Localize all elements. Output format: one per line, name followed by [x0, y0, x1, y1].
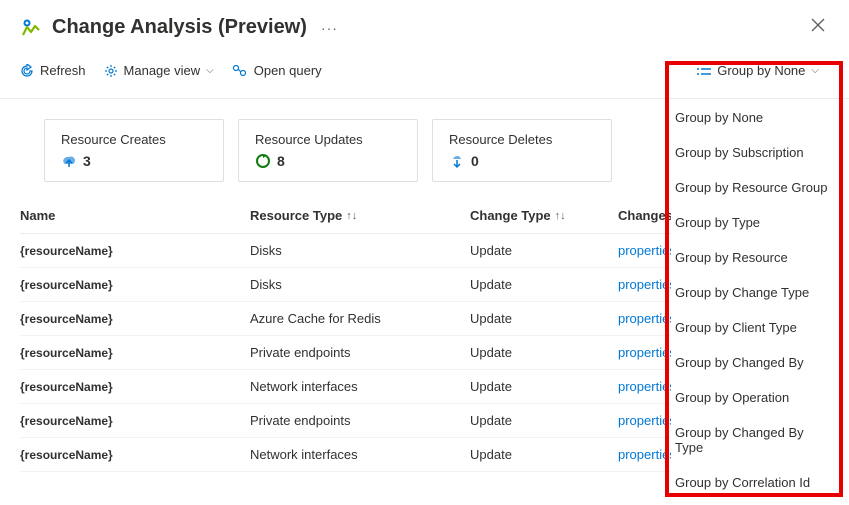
chevron-down-icon: ⌵	[206, 65, 214, 76]
dropdown-item[interactable]: Group by None	[671, 100, 837, 135]
cell-change-type: Update	[470, 243, 618, 258]
th-resource-type[interactable]: Resource Type↑↓	[250, 208, 470, 223]
open-query-button[interactable]: Open query	[232, 63, 322, 78]
th-name[interactable]: Name	[20, 208, 250, 223]
cell-change-type: Update	[470, 277, 618, 292]
cell-name: {resourceName}	[20, 244, 250, 258]
more-menu-button[interactable]: ···	[321, 20, 338, 36]
cell-name: {resourceName}	[20, 346, 250, 360]
resource-updates-card[interactable]: Resource Updates 8	[238, 119, 418, 182]
update-icon	[255, 153, 271, 169]
cell-name: {resourceName}	[20, 414, 250, 428]
cell-resource-type: Disks	[250, 243, 470, 258]
dropdown-item[interactable]: Group by Correlation Id	[671, 465, 837, 500]
cell-change-type: Update	[470, 447, 618, 462]
dropdown-item[interactable]: Group by Change Type	[671, 275, 837, 310]
dropdown-item[interactable]: Group by Type	[671, 205, 837, 240]
cell-name: {resourceName}	[20, 312, 250, 326]
cell-resource-type: Network interfaces	[250, 379, 470, 394]
cell-resource-type: Network interfaces	[250, 447, 470, 462]
change-analysis-icon	[20, 17, 42, 39]
group-by-label: Group by None	[717, 63, 805, 78]
cell-name: {resourceName}	[20, 278, 250, 292]
refresh-icon	[20, 64, 34, 78]
chevron-down-icon: ⌵	[811, 65, 819, 76]
cell-resource-type: Private endpoints	[250, 413, 470, 428]
card-value: 8	[277, 153, 285, 169]
group-by-dropdown: Group by NoneGroup by SubscriptionGroup …	[671, 100, 837, 500]
list-icon	[697, 63, 711, 78]
th-change-type[interactable]: Change Type↑↓	[470, 208, 618, 223]
cell-change-type: Update	[470, 311, 618, 326]
manage-view-label: Manage view	[124, 63, 201, 78]
card-title: Resource Deletes	[449, 132, 595, 147]
delete-icon	[449, 153, 465, 169]
cell-resource-type: Private endpoints	[250, 345, 470, 360]
group-by-button[interactable]: Group by None ⌵	[687, 57, 829, 84]
refresh-button[interactable]: Refresh	[20, 63, 86, 78]
sort-icon: ↑↓	[346, 210, 357, 222]
dropdown-item[interactable]: Group by Resource Group	[671, 170, 837, 205]
cell-change-type: Update	[470, 413, 618, 428]
refresh-label: Refresh	[40, 63, 86, 78]
cell-change-type: Update	[470, 379, 618, 394]
dropdown-item[interactable]: Group by Resource	[671, 240, 837, 275]
cell-name: {resourceName}	[20, 448, 250, 462]
dropdown-item[interactable]: Group by Changed By	[671, 345, 837, 380]
card-value: 3	[83, 153, 91, 169]
dropdown-item[interactable]: Group by Client Type	[671, 310, 837, 345]
manage-view-button[interactable]: Manage view ⌵	[104, 63, 214, 78]
sort-icon: ↑↓	[555, 210, 566, 222]
open-query-label: Open query	[254, 63, 322, 78]
card-title: Resource Updates	[255, 132, 401, 147]
header-bar: Change Analysis (Preview) ···	[0, 0, 849, 51]
resource-creates-card[interactable]: Resource Creates 3	[44, 119, 224, 182]
gear-icon	[104, 64, 118, 78]
card-title: Resource Creates	[61, 132, 207, 147]
resource-deletes-card[interactable]: Resource Deletes 0	[432, 119, 612, 182]
page-title: Change Analysis (Preview)	[52, 16, 307, 39]
toolbar: Refresh Manage view ⌵ Open query Group b…	[0, 51, 849, 99]
dropdown-item[interactable]: Group by Operation	[671, 380, 837, 415]
dropdown-item[interactable]: Group by Subscription	[671, 135, 837, 170]
create-icon	[61, 153, 77, 169]
query-icon	[232, 64, 248, 78]
cell-resource-type: Disks	[250, 277, 470, 292]
cell-resource-type: Azure Cache for Redis	[250, 311, 470, 326]
cell-name: {resourceName}	[20, 380, 250, 394]
dropdown-item[interactable]: Group by Changed By Type	[671, 415, 837, 465]
cell-change-type: Update	[470, 345, 618, 360]
close-button[interactable]	[807, 14, 829, 41]
card-value: 0	[471, 153, 479, 169]
